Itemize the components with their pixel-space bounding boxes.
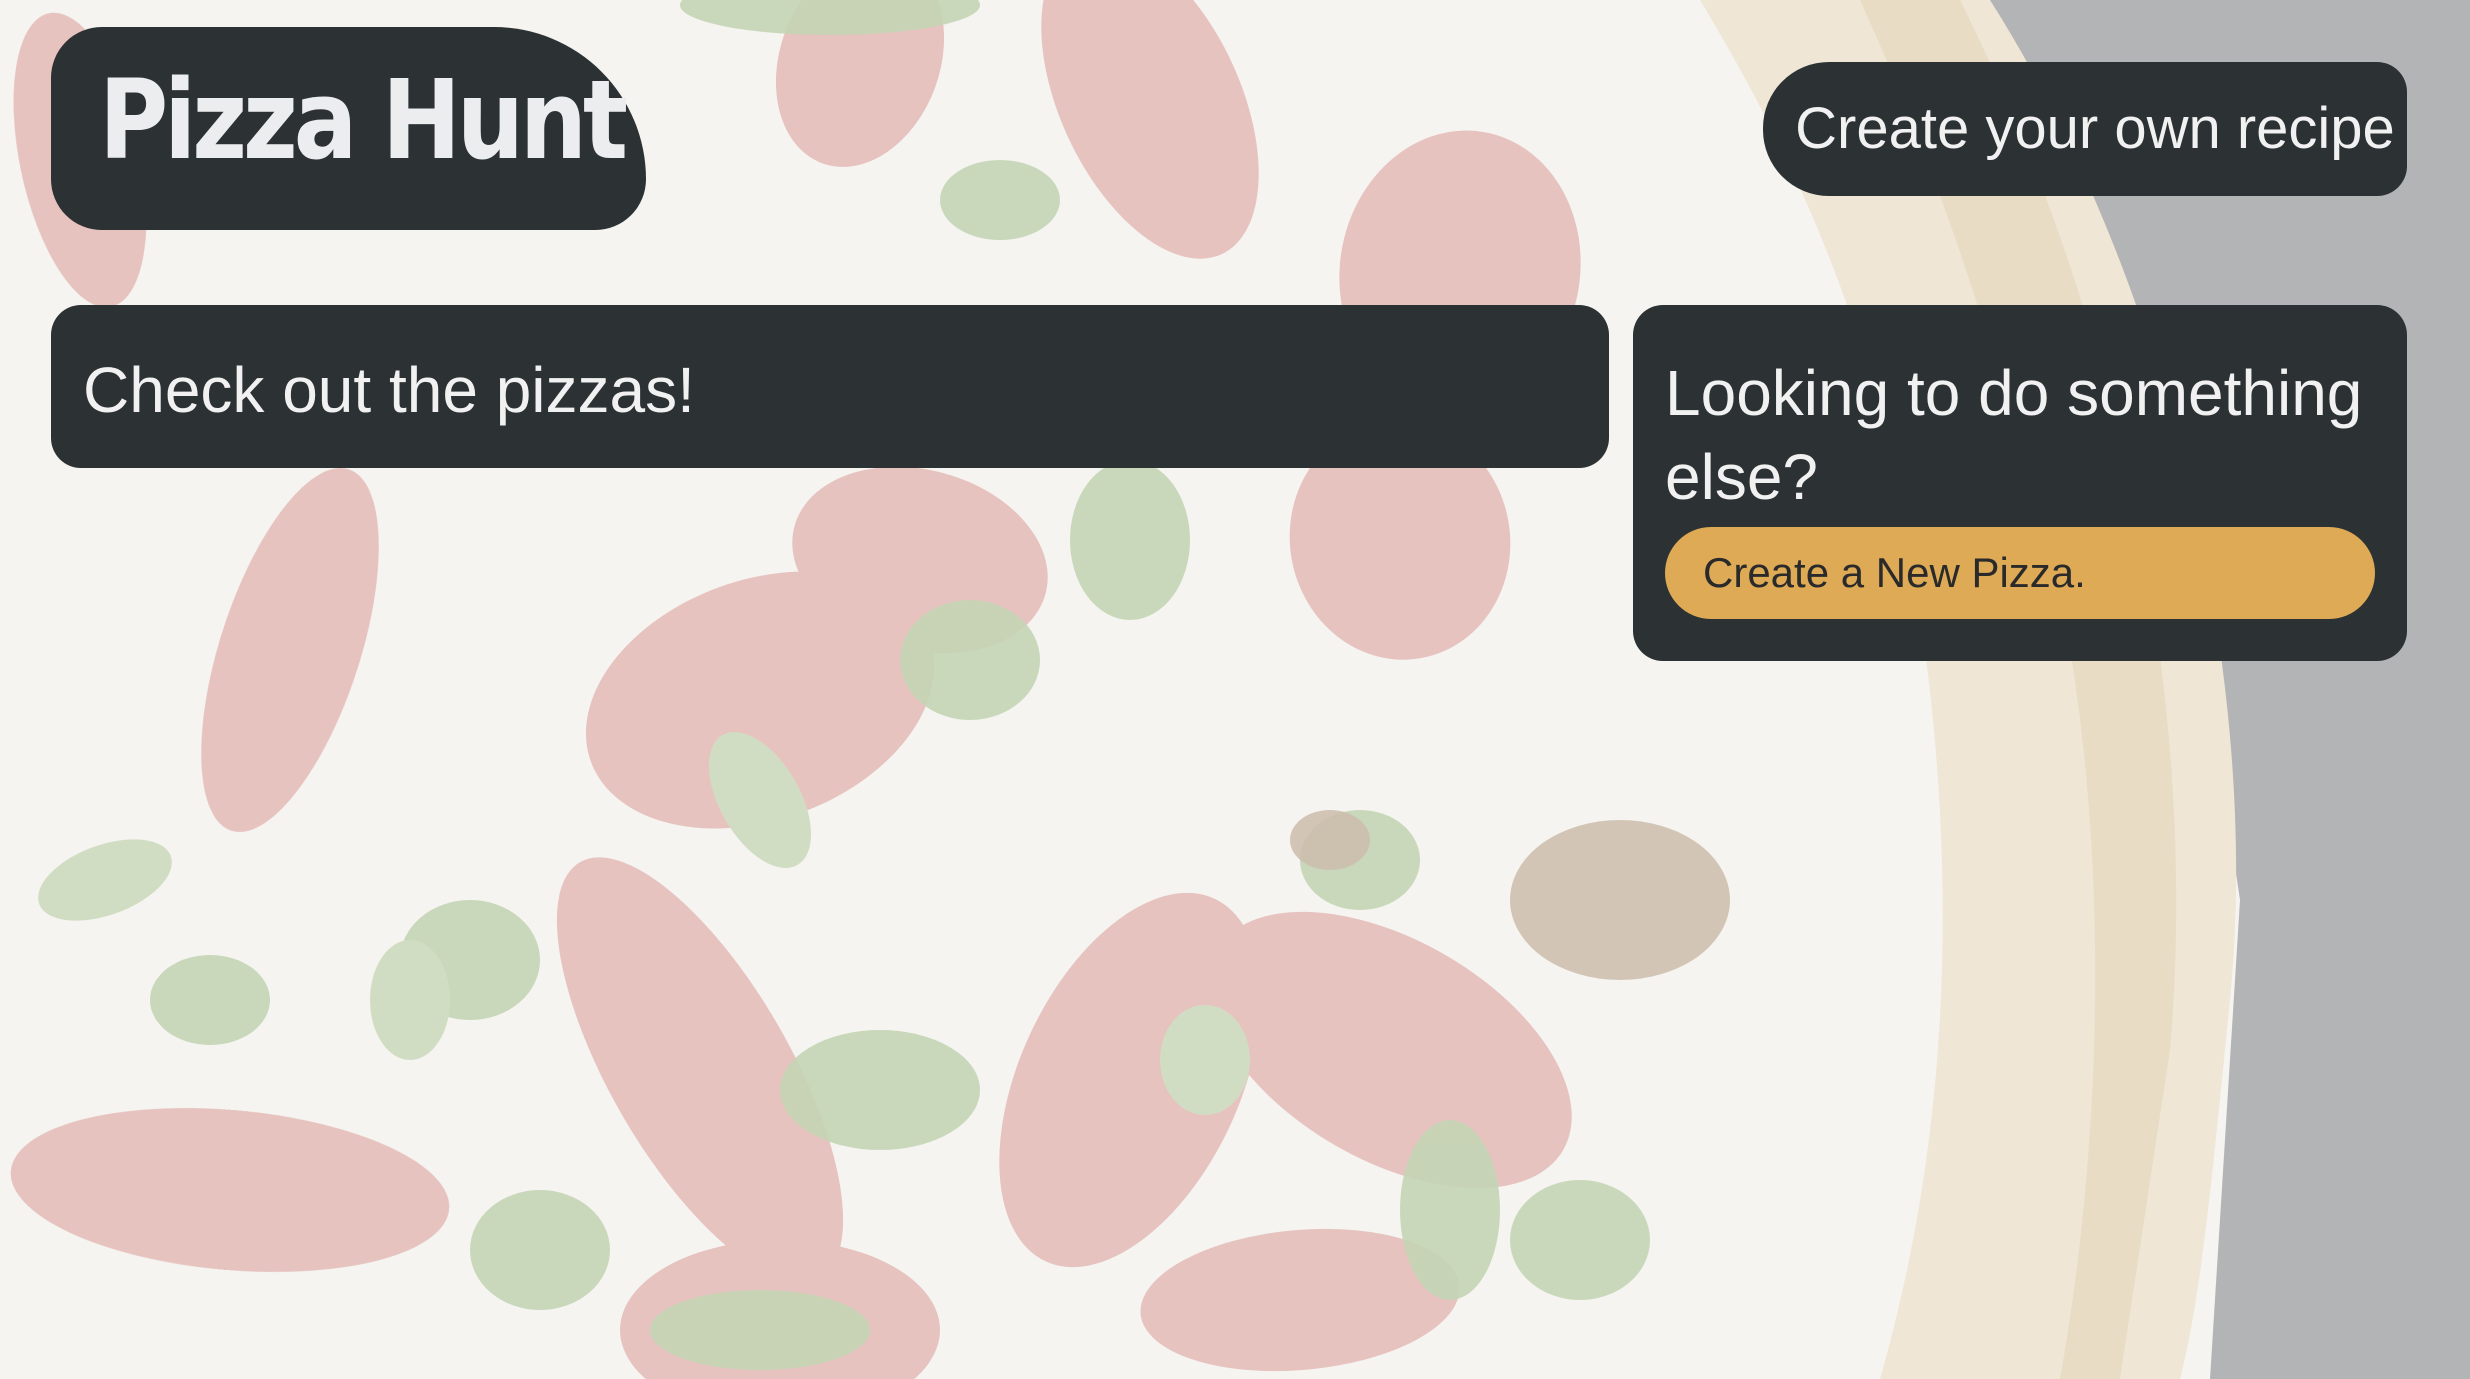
side-panel-title: Looking to do something else? bbox=[1665, 357, 2363, 513]
logo-text: Pizza Hunt bbox=[99, 56, 628, 184]
create-new-pizza-button[interactable]: Create a New Pizza. bbox=[1665, 527, 2375, 619]
side-panel: Looking to do something else? Create a N… bbox=[1633, 305, 2407, 661]
create-recipe-nav-button[interactable]: Create your own recipe bbox=[1763, 62, 2407, 196]
pizza-list-title: Check out the pizzas! bbox=[83, 354, 695, 426]
pizza-list-panel: Check out the pizzas! bbox=[51, 305, 1609, 468]
logo[interactable]: Pizza Hunt bbox=[51, 27, 646, 230]
